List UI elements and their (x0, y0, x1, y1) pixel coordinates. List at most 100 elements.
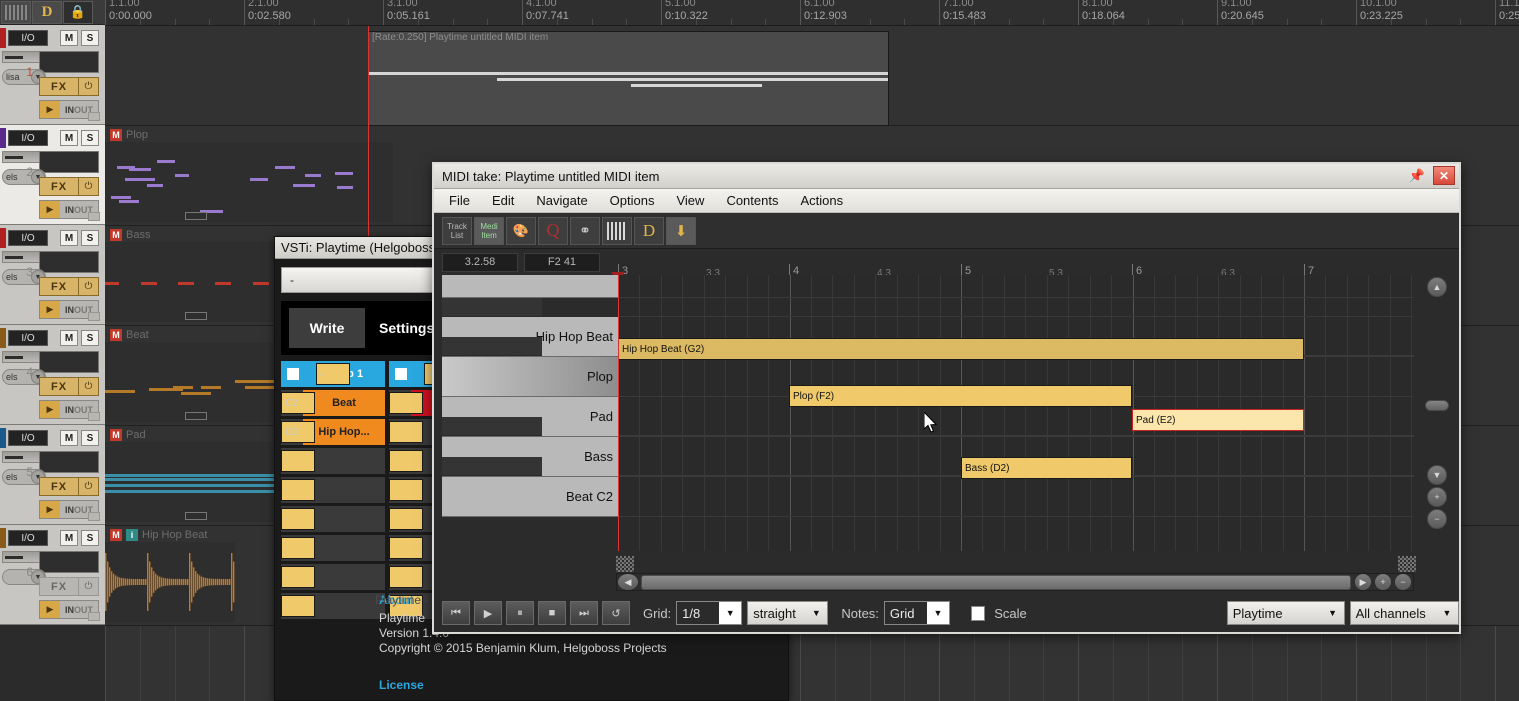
mute-solo-group[interactable]: MS (60, 430, 99, 446)
grip-left[interactable] (616, 556, 634, 572)
scale-checkbox[interactable] (970, 605, 986, 621)
swing-select[interactable]: straight ▼ (747, 601, 829, 625)
mute-solo-group[interactable]: MS (60, 230, 99, 246)
mute-button[interactable]: M (60, 530, 78, 546)
audio-item-clip[interactable] (105, 542, 235, 622)
midi-note[interactable]: Pad (E2) (1132, 409, 1304, 431)
menu-item-view[interactable]: View (667, 191, 713, 210)
loop-button[interactable]: D (634, 216, 664, 245)
folder-icon[interactable] (88, 112, 100, 121)
stop-button[interactable]: ■ (538, 601, 566, 625)
zoom-in-horizontal-button[interactable]: + (1375, 574, 1391, 590)
arrange-track[interactable]: [Rate:0.250] Playtime untitled MIDI item (105, 26, 1519, 126)
grip-right[interactable] (1398, 556, 1416, 572)
power-icon[interactable]: ⏻ (78, 478, 98, 495)
midi-item-clip[interactable]: [Rate:0.250] Playtime untitled MIDI item (368, 31, 889, 126)
track-control-panel[interactable]: I/O M Sels ▼ FX ⏻ ▶ IN OUT 2 (0, 125, 105, 225)
pitch-field[interactable]: F2 41 (524, 252, 600, 272)
piano-key[interactable] (442, 457, 542, 476)
piano-key[interactable] (442, 337, 542, 356)
mute-solo-group[interactable]: MS (60, 530, 99, 546)
io-button[interactable]: I/O (8, 230, 48, 246)
mute-badge[interactable]: M (110, 429, 122, 441)
mute-button[interactable]: M (60, 30, 78, 46)
zoom-in-vertical-button[interactable]: + (1427, 487, 1447, 507)
mute-button[interactable]: M (60, 130, 78, 146)
menu-bar[interactable]: File Edit Navigate Options View Contents Actio… (434, 189, 1459, 213)
mute-button[interactable]: M (60, 330, 78, 346)
envelope-button[interactable]: ⚭ (570, 216, 600, 245)
piano-key[interactable] (442, 298, 542, 317)
power-icon[interactable]: ⏻ (78, 378, 98, 395)
notes-select[interactable]: Grid ▼ (883, 601, 950, 625)
io-button[interactable]: I/O (8, 330, 48, 346)
mute-solo-group[interactable]: MS (60, 30, 99, 46)
clip-cell[interactable]: - (281, 448, 385, 474)
solo-button[interactable]: S (81, 30, 99, 46)
fx-button[interactable]: FX ⏻ (39, 77, 99, 96)
menu-item-options[interactable]: Options (601, 191, 664, 210)
item-fade-handle[interactable] (185, 412, 207, 420)
record-arm-icon[interactable]: ▶ (40, 501, 60, 518)
horizontal-scrollbar[interactable]: ◀ ▶ + − (616, 573, 1414, 591)
record-arm-icon[interactable]: ▶ (40, 401, 60, 418)
vertical-scroll-thumb[interactable] (1425, 400, 1449, 411)
folder-icon[interactable] (88, 212, 100, 221)
vertical-scrollbar[interactable]: ▲ ▼ + − (1417, 275, 1457, 551)
scroll-down-button[interactable]: ▼ (1427, 465, 1447, 485)
io-button[interactable]: I/O (8, 30, 48, 46)
piano-key[interactable] (442, 417, 542, 436)
play-button[interactable]: ▶ (474, 601, 502, 625)
mute-badge[interactable]: M (110, 229, 122, 241)
position-field[interactable]: 3.2.58 (442, 252, 518, 272)
record-arm-icon[interactable]: ▶ (40, 201, 60, 218)
close-icon[interactable]: ✕ (1433, 166, 1455, 185)
tab-write[interactable]: Write (289, 308, 365, 348)
zoom-out-horizontal-button[interactable]: − (1395, 574, 1411, 590)
piano-key[interactable]: Beat C2 (442, 477, 618, 517)
item-fade-handle[interactable] (185, 312, 207, 320)
io-button[interactable]: I/O (8, 430, 48, 446)
grid-division-select[interactable]: 1/8 ▼ (676, 601, 743, 625)
track-list-button[interactable]: Track List (442, 216, 472, 245)
piano-key[interactable] (442, 275, 618, 298)
power-icon[interactable]: ⏻ (78, 578, 98, 595)
fx-button[interactable]: FX ⏻ (39, 277, 99, 296)
solo-button[interactable]: S (81, 530, 99, 546)
color-map-button[interactable]: 🎨 (506, 216, 536, 245)
scroll-right-button[interactable]: ▶ (1355, 574, 1371, 590)
menu-item-contents[interactable]: Contents (717, 191, 787, 210)
clip-cell[interactable]: - (281, 593, 385, 619)
info-badge[interactable]: i (126, 529, 138, 541)
midi-note[interactable]: Hip Hop Beat (G2) (618, 338, 1304, 360)
io-button[interactable]: I/O (8, 130, 48, 146)
group-header-cell[interactable]: Group 1- (281, 361, 385, 387)
record-arm-icon[interactable]: ▶ (40, 601, 60, 618)
zoom-out-vertical-button[interactable]: − (1427, 509, 1447, 529)
folder-icon[interactable] (88, 612, 100, 621)
folder-icon[interactable] (88, 312, 100, 321)
clip-cell[interactable]: - (281, 477, 385, 503)
track-control-panel[interactable]: I/O M Sels ▼ FX ⏻ ▶ IN OUT 3 (0, 225, 105, 325)
track-control-panel[interactable]: I/O M S ▼ FX ⏻ ▶ IN OUT 6 (0, 525, 105, 625)
horizontal-scroll-thumb[interactable] (641, 574, 1351, 590)
folder-icon[interactable] (88, 412, 100, 421)
loop-button[interactable]: ↺ (602, 601, 630, 625)
fx-button[interactable]: FX ⏻ (39, 177, 99, 196)
power-icon[interactable]: ⏻ (78, 278, 98, 295)
record-arm-icon[interactable]: ▶ (40, 101, 60, 118)
grid-icon-button[interactable] (1, 0, 31, 24)
midi-editor-toolbar[interactable]: Track List Medi Item 🎨 Q ⚭ D ⬇ (434, 213, 1459, 249)
clip-cell[interactable]: - (281, 506, 385, 532)
piano-keyboard[interactable]: Hip Hop Beat Plop Pad Bass Beat C2 (442, 275, 618, 551)
fx-button[interactable]: FX ⏻ (39, 477, 99, 496)
solo-button[interactable]: S (81, 330, 99, 346)
mute-solo-group[interactable]: MS (60, 130, 99, 146)
pin-icon[interactable]: 📌 (1407, 166, 1427, 185)
midi-editor-window[interactable]: MIDI take: Playtime untitled MIDI item 📌… (432, 162, 1461, 634)
solo-button[interactable]: S (81, 230, 99, 246)
fx-button[interactable]: FX ⏻ (39, 377, 99, 396)
scroll-left-button[interactable]: ◀ (618, 574, 638, 590)
stop-icon[interactable] (287, 368, 299, 380)
solo-button[interactable]: S (81, 130, 99, 146)
